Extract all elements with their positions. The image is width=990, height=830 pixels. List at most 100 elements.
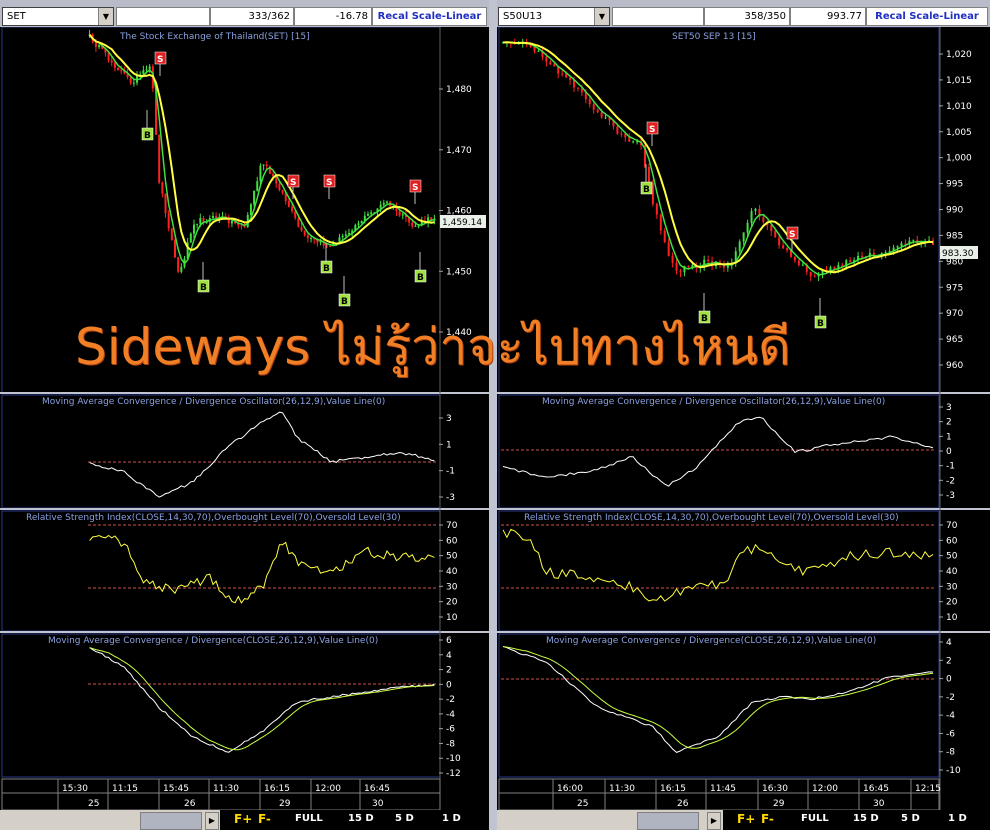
right-tab-1d[interactable]: 1 D <box>948 813 967 824</box>
time-label: 16:00 <box>557 784 583 794</box>
panel-splitter[interactable] <box>489 0 497 830</box>
candle-body <box>414 225 417 227</box>
candle-body <box>240 225 243 227</box>
day-label: 29 <box>773 799 785 809</box>
candle-body <box>655 203 658 215</box>
rsi-tick-label: 50 <box>946 552 958 562</box>
left-rsi-title: Relative Strength Index(CLOSE,14,30,70),… <box>26 513 401 523</box>
left-price-title: The Stock Exchange of Thailand(SET) [15] <box>119 32 310 42</box>
candle-body <box>750 211 753 223</box>
chart-workspace: SET ▼ 333/362 -16.78 Recal Scale-Linear … <box>0 0 990 830</box>
candle-body <box>272 173 275 177</box>
macd-tick-label: 4 <box>946 638 952 648</box>
candle-body <box>278 183 281 190</box>
time-label: 16:15 <box>660 784 686 794</box>
rsi-tick-label: 40 <box>446 567 458 577</box>
left-chart: The Stock Exchange of Thailand(SET) [15]… <box>0 27 489 810</box>
candle-body <box>604 117 607 119</box>
chevron-down-icon[interactable]: ▼ <box>98 8 113 25</box>
right-scroll-thumb[interactable] <box>637 812 699 830</box>
candle-body <box>861 255 864 257</box>
candle-body <box>379 204 382 209</box>
candle-body <box>691 264 694 267</box>
right-zoom-out-button[interactable]: F- <box>761 812 774 826</box>
time-label: 12:00 <box>315 784 341 794</box>
candle-body <box>746 222 749 233</box>
candle-body <box>742 232 745 242</box>
candle-body <box>762 216 765 222</box>
candle-body <box>561 73 564 75</box>
left-zoom-out-button[interactable]: F- <box>258 812 271 826</box>
right-zoom-in-button[interactable]: F+ <box>737 812 755 826</box>
time-label: 12:00 <box>812 784 838 794</box>
macd-tick-label: 6 <box>446 636 452 646</box>
candle-body <box>310 238 313 240</box>
signal-label: S <box>412 183 418 193</box>
candle-body <box>253 190 256 205</box>
right-change: 993.77 <box>790 7 866 26</box>
price-tick-label: 1,020 <box>946 50 972 60</box>
left-symbol-select[interactable]: SET ▼ <box>2 7 114 26</box>
chevron-down-icon[interactable]: ▼ <box>594 8 609 25</box>
macd-tick-label: 2 <box>446 666 452 676</box>
right-last-price: 983.30 <box>942 249 974 259</box>
macd-tick-label: -8 <box>946 748 955 758</box>
day-label: 30 <box>372 799 384 809</box>
day-label: 26 <box>677 799 689 809</box>
right-tab-5d[interactable]: 5 D <box>901 813 920 824</box>
time-label: 16:15 <box>264 784 290 794</box>
arrow-right-icon[interactable]: ▶ <box>707 812 721 830</box>
price-tick-label: 990 <box>946 206 963 216</box>
price-tick-label: 960 <box>946 361 963 371</box>
left-scroll-thumb[interactable] <box>140 812 202 830</box>
candle-body <box>576 87 579 89</box>
price-tick-label: 1,010 <box>946 102 972 112</box>
macd-tick-label: -6 <box>946 729 955 739</box>
osc-tick-label: 3 <box>946 403 952 413</box>
candle-body <box>545 56 548 62</box>
candle-body <box>620 133 623 135</box>
rsi-tick-label: 10 <box>946 613 958 623</box>
price-tick-label: 965 <box>946 335 963 345</box>
candle-body <box>357 223 360 225</box>
macd-tick-label: 0 <box>946 675 952 685</box>
candle-body <box>174 240 176 258</box>
candle-body <box>628 137 631 142</box>
left-scrollbar[interactable]: ▶ <box>0 810 220 830</box>
candle-body <box>896 246 899 248</box>
candle-body <box>632 141 635 143</box>
right-symbol-value: S50U13 <box>503 11 543 22</box>
left-zoom-in-button[interactable]: F+ <box>234 812 252 826</box>
left-tab-full[interactable]: FULL <box>295 813 323 824</box>
left-tab-15d[interactable]: 15 D <box>348 813 374 824</box>
candle-body <box>329 246 332 248</box>
candle-body <box>211 216 214 219</box>
candle-body <box>801 264 804 266</box>
candle-body <box>192 224 195 234</box>
right-tab-15d[interactable]: 15 D <box>853 813 879 824</box>
candle-body <box>161 182 164 194</box>
arrow-right-icon[interactable]: ▶ <box>205 812 219 830</box>
candle-body <box>303 230 306 236</box>
left-tab-5d[interactable]: 5 D <box>395 813 414 824</box>
time-label: 16:30 <box>762 784 788 794</box>
right-tab-full[interactable]: FULL <box>801 813 829 824</box>
right-scrollbar[interactable]: ▶ <box>497 810 723 830</box>
osc-tick-label: 2 <box>946 418 952 428</box>
candle-body <box>687 266 690 268</box>
left-recal-button[interactable]: Recal Scale-Linear <box>372 7 487 26</box>
left-period-toolbar: F+ F- FULL 15 D 5 D 1 D <box>220 810 489 830</box>
macd-tick-label: -10 <box>446 754 461 764</box>
macd-tick-label: 0 <box>446 680 452 690</box>
candle-body <box>707 259 710 262</box>
candle-body <box>782 245 785 249</box>
price-tick-label: 1,005 <box>946 128 972 138</box>
left-tab-1d[interactable]: 1 D <box>442 813 461 824</box>
signal-label: S <box>326 178 332 188</box>
right-recal-button[interactable]: Recal Scale-Linear <box>866 7 988 26</box>
right-symbol-select[interactable]: S50U13 ▼ <box>498 7 610 26</box>
candle-body <box>189 233 192 243</box>
right-rsi-title: Relative Strength Index(CLOSE,14,30,70),… <box>524 513 899 523</box>
day-label: 30 <box>873 799 885 809</box>
candle-body <box>809 271 812 277</box>
